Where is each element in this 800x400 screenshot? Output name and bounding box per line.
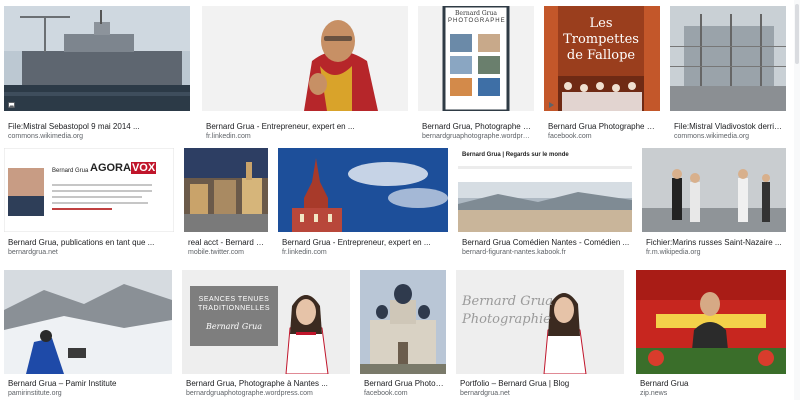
result-tile[interactable]: SEANCES TENUES TRADITIONNELLES Bernard G… xyxy=(182,270,350,400)
result-thumbnail[interactable]: SEANCES TENUES TRADITIONNELLES Bernard G… xyxy=(182,270,350,374)
orthodox-church-image xyxy=(360,270,446,374)
result-title[interactable]: real acct - Bernard Gr... xyxy=(188,237,266,248)
website-landscape-image xyxy=(458,148,632,232)
result-tile[interactable]: Fichier:Marins russes Saint-Nazaire ... … xyxy=(642,148,786,260)
thumb-poster-text: Trompettes xyxy=(563,32,639,47)
sailors-street-image xyxy=(642,148,786,232)
result-source[interactable]: fr.linkedin.com xyxy=(282,248,446,258)
result-thumbnail[interactable] xyxy=(278,148,448,232)
red-banner-stage-image xyxy=(636,270,786,374)
result-source[interactable]: zip.news xyxy=(640,389,784,399)
result-thumbnail[interactable]: Les Trompettes de Fallope xyxy=(544,6,660,111)
result-title[interactable]: Fichier:Marins russes Saint-Nazaire ... xyxy=(646,237,784,248)
thumb-signature: Bernard Grua xyxy=(206,322,262,331)
result-tile[interactable]: Bernard Grua | Regards sur le monde Bern… xyxy=(458,148,632,260)
result-thumbnail[interactable] xyxy=(202,6,408,111)
result-source[interactable]: facebook.com xyxy=(364,389,444,399)
result-title[interactable]: Bernard Grua – Pamir Institute xyxy=(8,378,170,389)
result-source[interactable]: mobile.twitter.com xyxy=(188,248,266,258)
thumb-site-title: Bernard Grua | Regards sur le monde xyxy=(462,152,569,158)
result-tile[interactable]: Bernard Grua AGORAVOX Bernard Grua, publ… xyxy=(4,148,174,260)
warship-harbor-image xyxy=(4,6,190,111)
result-thumbnail[interactable]: Bernard Grua Photographie xyxy=(456,270,624,374)
result-source[interactable]: pamirinstitute.org xyxy=(8,389,170,399)
result-title[interactable]: Bernard Grua, publications en tant que .… xyxy=(8,237,172,248)
result-thumbnail[interactable] xyxy=(4,270,172,374)
result-title[interactable]: Bernard Grua xyxy=(640,378,784,389)
thumb-overlay-line: TRADITIONNELLES xyxy=(197,305,271,312)
result-thumbnail[interactable] xyxy=(636,270,786,374)
result-source[interactable]: fr.m.wikipedia.org xyxy=(646,248,784,258)
result-tile[interactable]: Bernard Grua PHOTOGRAPHE Bernard Grua, P… xyxy=(418,6,534,140)
result-thumbnail[interactable] xyxy=(670,6,786,111)
scrollbar-thumb[interactable] xyxy=(795,4,799,64)
result-tile[interactable]: Bernard Grua zip.news xyxy=(636,270,786,400)
result-tile[interactable]: File:Mistral Sebastopol 9 mai 2014 ... c… xyxy=(4,6,190,140)
result-title[interactable]: Bernard Grua, Photographe à Nante... xyxy=(422,121,532,132)
result-thumbnail[interactable] xyxy=(360,270,446,374)
result-title[interactable]: File:Mistral Sebastopol 9 mai 2014 ... xyxy=(8,121,188,132)
result-thumbnail[interactable] xyxy=(4,6,190,111)
result-source[interactable]: facebook.com xyxy=(548,132,658,142)
result-tile[interactable]: File:Mistral Vladivostok derrière ... co… xyxy=(670,6,786,140)
portrait-monk-image xyxy=(202,6,408,111)
thumb-subheading: PHOTOGRAPHE xyxy=(448,18,506,24)
agoravox-page-image xyxy=(4,148,174,232)
result-source[interactable]: bernard-figurant-nantes.kabook.fr xyxy=(462,248,630,258)
result-source[interactable]: fr.linkedin.com xyxy=(206,132,406,142)
scrollbar[interactable] xyxy=(794,0,800,400)
thumb-script-subtitle: Photographie xyxy=(462,312,551,327)
result-title[interactable]: Bernard Grua Photogra... xyxy=(364,378,444,389)
result-source[interactable]: bernardgruaphotographe.wordpress.com xyxy=(186,389,348,399)
result-title[interactable]: Bernard Grua Photographe à Nante... xyxy=(548,121,658,132)
thumb-poster-text: de Fallope xyxy=(566,48,636,63)
result-tile[interactable]: Bernard Grua - Entrepreneur, expert en .… xyxy=(278,148,448,260)
night-street-image xyxy=(184,148,268,232)
result-title[interactable]: Bernard Grua, Photographe à Nantes ... xyxy=(186,378,348,389)
result-tile[interactable]: Bernard Grua - Entrepreneur, expert en .… xyxy=(202,6,408,140)
result-tile[interactable]: Bernard Grua Photogra... facebook.com xyxy=(360,270,446,400)
result-title[interactable]: Bernard Grua - Entrepreneur, expert en .… xyxy=(206,121,406,132)
thumb-logo: AGORAVOX xyxy=(90,162,157,174)
result-source[interactable]: commons.wikimedia.org xyxy=(674,132,784,142)
thumb-heading: Bernard Grua xyxy=(455,10,497,17)
result-source[interactable]: bernardgruaphotographe.wordpress... xyxy=(422,132,532,142)
result-thumbnail[interactable] xyxy=(642,148,786,232)
result-title[interactable]: Bernard Grua - Entrepreneur, expert en .… xyxy=(282,237,446,248)
ship-fence-image xyxy=(670,6,786,111)
result-tile[interactable]: Bernard Grua Photographie Portfolio – Be… xyxy=(456,270,624,400)
result-source[interactable]: commons.wikimedia.org xyxy=(8,132,188,142)
agora-logo-text: AGORA xyxy=(90,162,131,174)
thumb-poster-text: Les xyxy=(589,16,613,31)
result-thumbnail[interactable]: Bernard Grua PHOTOGRAPHE xyxy=(418,6,534,111)
result-tile[interactable]: Les Trompettes de Fallope Bernard Grua P… xyxy=(544,6,660,140)
result-source[interactable]: bernardgrua.net xyxy=(460,389,622,399)
thumb-name: Bernard Grua xyxy=(52,168,89,174)
vox-logo-text: VOX xyxy=(130,162,157,174)
result-title[interactable]: File:Mistral Vladivostok derrière ... xyxy=(674,121,784,132)
result-thumbnail[interactable]: Bernard Grua AGORAVOX xyxy=(4,148,174,232)
result-tile[interactable]: Bernard Grua – Pamir Institute pamirinst… xyxy=(4,270,172,400)
thumb-overlay-line: SEANCES TENUES xyxy=(198,296,270,303)
result-title[interactable]: Portfolio – Bernard Grua | Blog xyxy=(460,378,622,389)
thumb-script-title: Bernard Grua xyxy=(462,294,553,309)
result-title[interactable]: Bernard Grua Comédien Nantes - Comédien … xyxy=(462,237,630,248)
result-thumbnail[interactable] xyxy=(184,148,268,232)
result-thumbnail[interactable]: Bernard Grua | Regards sur le monde xyxy=(458,148,632,232)
result-tile[interactable]: real acct - Bernard Gr... mobile.twitter… xyxy=(184,148,268,260)
kremlin-tower-image xyxy=(278,148,448,232)
image-icon xyxy=(8,102,15,108)
play-icon xyxy=(548,102,555,108)
snowy-mountain-image xyxy=(4,270,172,374)
result-source[interactable]: bernardgrua.net xyxy=(8,248,172,258)
